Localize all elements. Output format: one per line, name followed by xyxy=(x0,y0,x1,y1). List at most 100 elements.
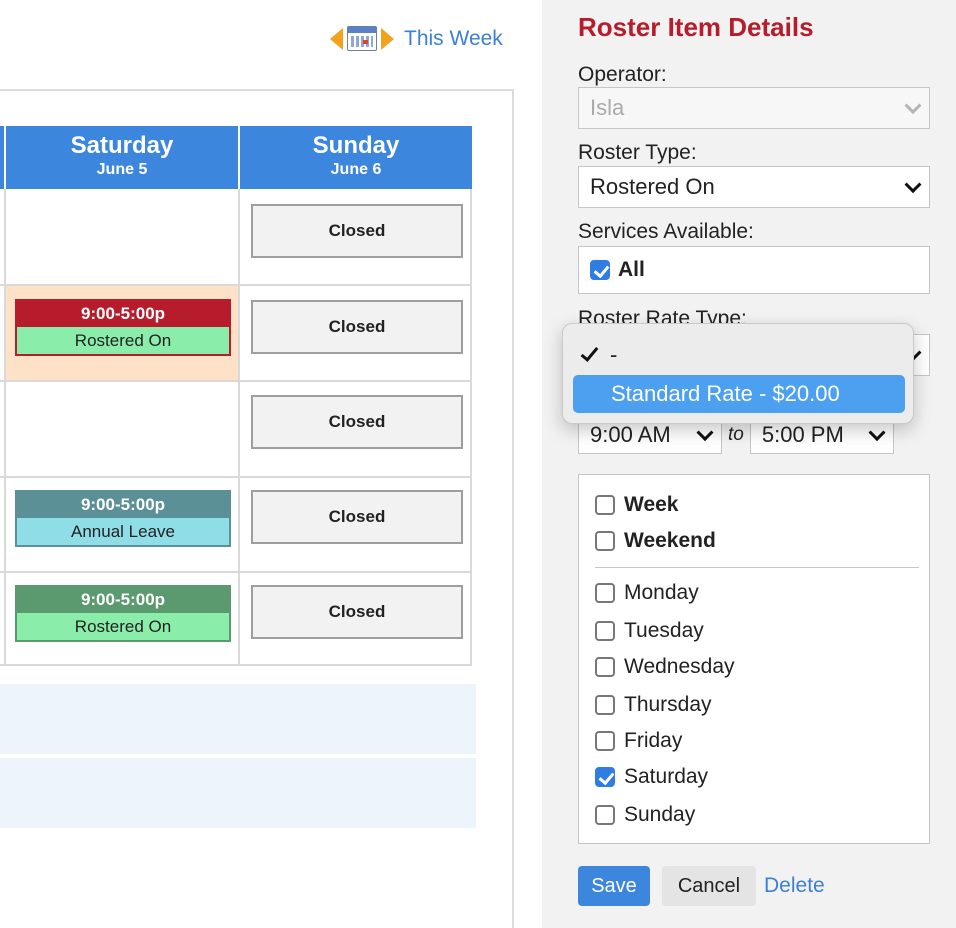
sunday-cell: Closed xyxy=(240,382,470,476)
sunday-checkbox[interactable] xyxy=(595,805,615,825)
divider xyxy=(595,567,919,568)
services-available-label: Services Available: xyxy=(578,220,754,243)
day-label: Thursday xyxy=(624,693,712,716)
day-label: Friday xyxy=(624,729,683,752)
saturday-checkbox[interactable] xyxy=(595,767,615,787)
day-tuesday[interactable]: Tuesday xyxy=(595,619,704,643)
day-sunday[interactable]: Sunday xyxy=(595,803,695,827)
shift-label: Annual Leave xyxy=(17,518,229,545)
summary-band xyxy=(0,684,476,754)
sunday-cell: Closed xyxy=(240,573,470,664)
rate-option-none[interactable]: - xyxy=(580,342,618,368)
wednesday-checkbox[interactable] xyxy=(595,657,615,677)
rate-option-label: - xyxy=(610,342,618,367)
header-date: June 6 xyxy=(330,161,382,178)
monday-checkbox[interactable] xyxy=(595,583,615,603)
closed-button[interactable]: Closed xyxy=(251,585,463,639)
saturday-cell[interactable] xyxy=(6,382,238,476)
roster-type-label: Roster Type: xyxy=(578,141,697,164)
day-monday[interactable]: Monday xyxy=(595,581,699,605)
day-thursday[interactable]: Thursday xyxy=(595,693,712,717)
chevron-down-icon xyxy=(696,424,714,442)
week-navigation: This Week xyxy=(330,26,503,51)
roster-shift[interactable]: 9:00-5:00p Rostered On xyxy=(15,585,231,642)
calendar-row: Closed xyxy=(0,189,472,286)
day-wednesday[interactable]: Wednesday xyxy=(595,655,735,679)
saturday-cell[interactable]: 9:00-5:00p Rostered On xyxy=(6,573,238,664)
shift-label: Rostered On xyxy=(17,327,229,354)
shift-time: 9:00-5:00p xyxy=(17,492,229,518)
end-time-value: 5:00 PM xyxy=(761,422,844,447)
day-group-label: Weekend xyxy=(624,529,716,552)
previous-week-arrow-icon[interactable] xyxy=(330,27,343,50)
panel-title: Roster Item Details xyxy=(578,12,814,42)
sunday-cell: Closed xyxy=(240,478,470,571)
closed-button[interactable]: Closed xyxy=(251,395,463,449)
weekend-checkbox[interactable] xyxy=(595,531,615,551)
chevron-down-icon xyxy=(904,97,922,115)
saturday-cell[interactable]: 9:00-5:00p Annual Leave xyxy=(6,478,238,571)
header-saturday: Saturday June 5 xyxy=(6,126,238,189)
week-checkbox[interactable] xyxy=(595,495,615,515)
closed-button[interactable]: Closed xyxy=(251,204,463,258)
closed-button[interactable]: Closed xyxy=(251,300,463,354)
day-group-week[interactable]: Week xyxy=(595,493,678,517)
app-root: This Week Saturday June 5 Sunday June 6 xyxy=(0,0,956,928)
services-all-checkbox[interactable] xyxy=(590,260,610,280)
day-group-label: Week xyxy=(624,493,679,516)
this-week-link[interactable]: This Week xyxy=(404,27,503,51)
saturday-cell[interactable] xyxy=(6,189,238,284)
day-label: Sunday xyxy=(624,803,696,826)
header-sunday: Sunday June 6 xyxy=(240,126,472,189)
calendar-row: 9:00-5:00p Annual Leave Closed xyxy=(0,478,472,573)
shift-label: Rostered On xyxy=(17,613,229,640)
shift-time: 9:00-5:00p xyxy=(17,301,229,327)
day-label: Tuesday xyxy=(624,619,704,642)
save-button[interactable]: Save xyxy=(578,866,650,906)
roster-shift[interactable]: 9:00-5:00p Annual Leave xyxy=(15,490,231,547)
days-selector: Week Weekend Monday Tuesday Wednesday Th… xyxy=(578,474,930,844)
day-label: Saturday xyxy=(624,765,709,788)
cancel-button[interactable]: Cancel xyxy=(662,866,756,906)
header-date: June 5 xyxy=(96,161,148,178)
calendar-row: 9:00-5:00p Rostered On Closed xyxy=(0,286,472,382)
rate-option-standard[interactable]: Standard Rate - $20.00 xyxy=(573,375,905,413)
day-friday[interactable]: Friday xyxy=(595,729,682,753)
day-label: Wednesday xyxy=(624,655,735,678)
chevron-down-icon xyxy=(868,424,886,442)
summary-band xyxy=(0,758,476,828)
operator-label: Operator: xyxy=(578,63,667,86)
operator-value: Isla xyxy=(590,95,625,120)
delete-link[interactable]: Delete xyxy=(764,874,825,898)
calendar-row: 9:00-5:00p Rostered On Closed xyxy=(0,573,472,666)
header-day-name: Saturday xyxy=(70,132,174,159)
calendar-header-row: Saturday June 5 Sunday June 6 xyxy=(0,126,472,189)
friday-checkbox[interactable] xyxy=(595,731,615,751)
sunday-cell: Closed xyxy=(240,286,470,380)
roster-type-select[interactable]: Rostered On xyxy=(578,166,930,208)
tuesday-checkbox[interactable] xyxy=(595,621,615,641)
thursday-checkbox[interactable] xyxy=(595,695,615,715)
chevron-down-icon xyxy=(904,176,922,194)
checkmark-icon xyxy=(580,342,599,362)
day-group-weekend[interactable]: Weekend xyxy=(595,529,716,553)
roster-type-value: Rostered On xyxy=(590,174,715,199)
roster-shift-selected[interactable]: 9:00-5:00p Rostered On xyxy=(15,299,231,356)
calendar-icon[interactable] xyxy=(347,26,377,51)
next-week-arrow-icon[interactable] xyxy=(381,27,394,50)
closed-button[interactable]: Closed xyxy=(251,490,463,544)
services-all-label: All xyxy=(618,258,645,281)
rate-option-label: Standard Rate - $20.00 xyxy=(611,381,840,406)
day-saturday[interactable]: Saturday xyxy=(595,765,708,789)
calendar-row: Closed xyxy=(0,382,472,478)
start-time-value: 9:00 AM xyxy=(590,422,671,447)
saturday-cell-selected[interactable]: 9:00-5:00p Rostered On xyxy=(6,286,238,380)
services-available-box: All xyxy=(578,246,930,294)
to-label: to xyxy=(728,424,744,445)
roster-item-details-panel: Roster Item Details Operator: Isla Roste… xyxy=(542,0,956,928)
sunday-cell: Closed xyxy=(240,189,470,284)
shift-time: 9:00-5:00p xyxy=(17,587,229,613)
header-day-name: Sunday xyxy=(312,132,400,159)
operator-select: Isla xyxy=(578,87,930,129)
calendar-area: This Week Saturday June 5 Sunday June 6 xyxy=(0,0,542,928)
